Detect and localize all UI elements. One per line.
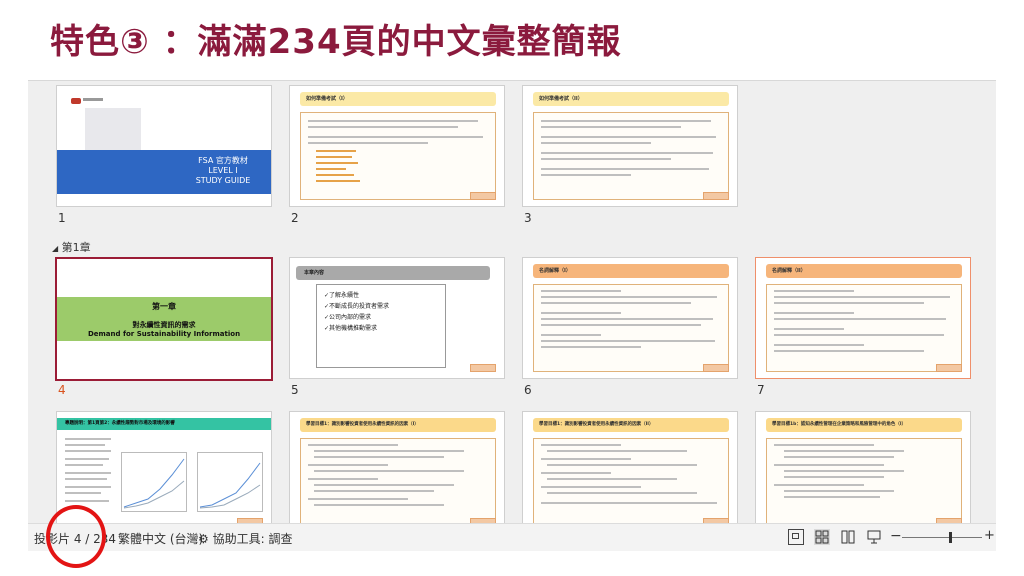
page: 特色③ ：滿滿234頁的中文彙整簡報 FSA 官方教材 LEVEL I STUD… [0, 0, 1024, 576]
slide-7-title: 名詞解釋（II） [766, 264, 962, 278]
normal-view-icon[interactable] [788, 529, 804, 545]
slide-9-title: 學習目標1：識別影響投資者使用永續性資訊的因素（I） [300, 418, 496, 432]
slide-4-subtitle-2: Demand for Sustainability Information [87, 330, 241, 338]
slide-8-title: 專題說明：第1頁第2：永續性趨勢對市場及環境的影響 [57, 418, 271, 430]
headline: 特色③ ：滿滿234頁的中文彙整簡報 [50, 22, 622, 62]
slide-10-title: 學習目標1：識別影響投資者使用永續性資訊的因素（II） [533, 418, 729, 432]
slide-number-6: 6 [524, 383, 532, 397]
slide-1-subtitle-2: STUDY GUIDE [195, 176, 251, 185]
slide-sorter[interactable]: FSA 官方教材 LEVEL I STUDY GUIDE 1 如何準備考試（I） [28, 81, 996, 523]
powerpoint-window: FSA 官方教材 LEVEL I STUDY GUIDE 1 如何準備考試（I） [28, 80, 996, 551]
language-indicator[interactable]: 繁體中文 (台灣) [118, 530, 203, 547]
slide-number-2: 2 [291, 211, 299, 225]
slide-5-bullet-4: 其他機構推動需求 [329, 325, 378, 332]
logo-icon [71, 98, 81, 104]
slide-thumbnail-11[interactable]: 學習目標1b：認知永續性管理在企業策略和風險管理中的角色（I） [755, 411, 971, 523]
slide-sorter-view-icon[interactable] [814, 529, 830, 545]
section-header[interactable]: ◢ 第1章 [52, 239, 91, 255]
zoom-slider-thumb[interactable] [949, 532, 952, 543]
slide-4-title: 第一章 [152, 302, 176, 311]
accessibility-status[interactable]: ⚙ 協助工具: 調查 [198, 530, 292, 547]
status-bar: 投影片 4 / 234 繁體中文 (台灣) ⚙ 協助工具: 調查 − + [28, 523, 996, 551]
slide-thumbnail-1[interactable]: FSA 官方教材 LEVEL I STUDY GUIDE [56, 85, 272, 207]
zoom-out-icon[interactable]: − [890, 528, 902, 544]
slide-11-title: 學習目標1b：認知永續性管理在企業策略和風險管理中的角色（I） [766, 418, 962, 432]
slide-1-subtitle-1: LEVEL I [208, 166, 238, 175]
accessibility-icon: ⚙ [198, 532, 209, 546]
zoom-in-icon[interactable]: + [984, 528, 995, 543]
slide-thumbnail-3[interactable]: 如何準備考試（II） [522, 85, 738, 207]
slide-number-3: 3 [524, 211, 532, 225]
slide-5-bullet-3: 公司內部的需求 [329, 314, 372, 321]
slide-thumbnail-10[interactable]: 學習目標1：識別影響投資者使用永續性資訊的因素（II） [522, 411, 738, 523]
chart-image-right [197, 452, 263, 512]
zoom-slider[interactable] [902, 537, 982, 538]
slide-number-4: 4 [58, 383, 66, 397]
slide-5-bullet-2: 不斷成長的投資者需求 [329, 303, 390, 310]
slide-6-title: 名詞解釋（I） [533, 264, 729, 278]
collapse-triangle-icon[interactable]: ◢ [52, 244, 58, 253]
slide-5-title: 本章內容 [296, 266, 490, 280]
slide-1-title: FSA 官方教材 [198, 156, 248, 165]
slide-thumbnail-7[interactable]: 名詞解釋（II） [755, 257, 971, 379]
slide-number-7: 7 [757, 383, 765, 397]
slide-3-title: 如何準備考試（II） [533, 92, 729, 106]
slide-thumbnail-6[interactable]: 名詞解釋（I） [522, 257, 738, 379]
slide-thumbnail-9[interactable]: 學習目標1：識別影響投資者使用永續性資訊的因素（I） [289, 411, 505, 523]
slide-number-1: 1 [58, 211, 66, 225]
accessibility-label: 協助工具: 調查 [212, 532, 293, 546]
slide-thumbnail-5[interactable]: 本章內容 ✓了解永續性 ✓不斷成長的投資者需求 ✓公司內部的需求 ✓其他機構推動… [289, 257, 505, 379]
reading-view-icon[interactable] [840, 529, 856, 545]
slide-4-subtitle-1: 對永續性資訊的需求 [132, 321, 196, 329]
slide-thumbnail-4[interactable]: 第一章 對永續性資訊的需求 Demand for Sustainability … [55, 257, 273, 381]
chart-image-left [121, 452, 187, 512]
slide-5-bullet-1: 了解永續性 [329, 292, 360, 299]
slide-thumbnail-8[interactable]: 專題說明：第1頁第2：永續性趨勢對市場及環境的影響 [56, 411, 272, 523]
slide-number-5: 5 [291, 383, 299, 397]
slide-2-title: 如何準備考試（I） [300, 92, 496, 106]
annotation-circle [46, 505, 106, 568]
slide-thumbnail-2[interactable]: 如何準備考試（I） [289, 85, 505, 207]
slideshow-icon[interactable] [866, 529, 882, 545]
section-label: 第1章 [61, 241, 91, 254]
